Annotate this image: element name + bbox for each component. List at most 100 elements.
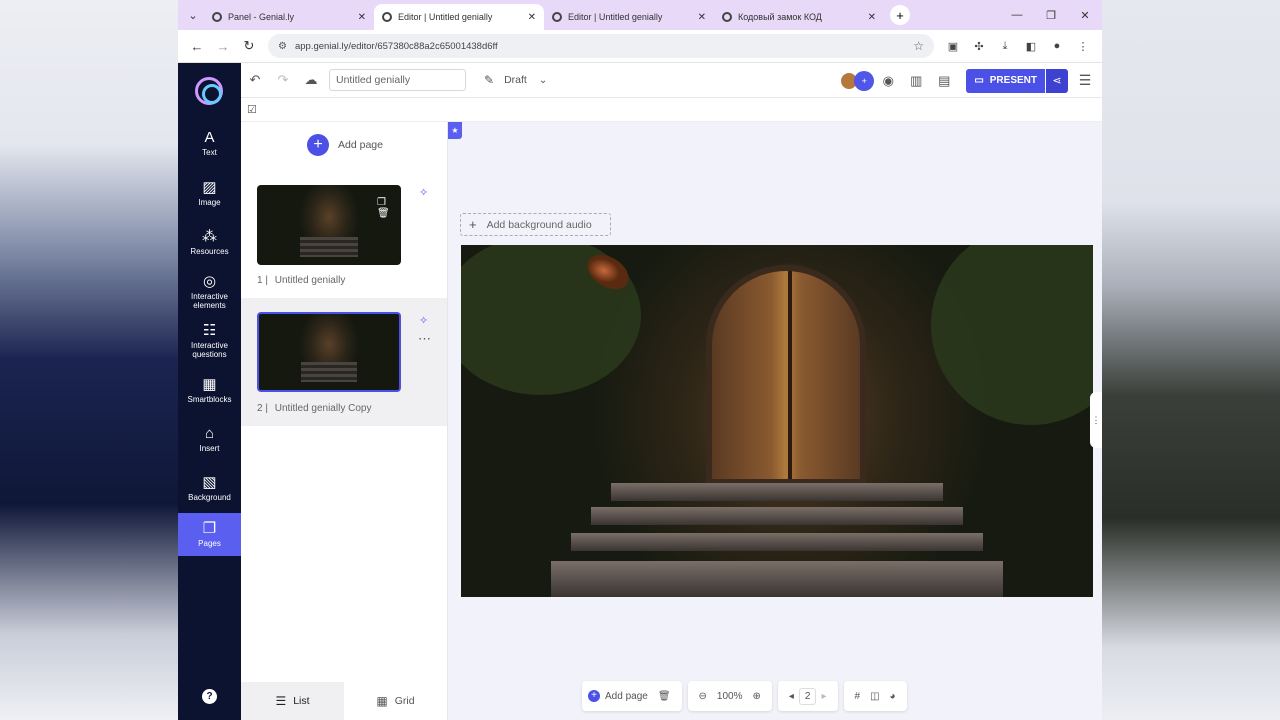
tab-title: Кодовый замок КОД [738, 12, 822, 22]
profile-avatar-icon[interactable]: ● [1044, 40, 1070, 52]
slide-canvas-image[interactable] [461, 245, 1093, 597]
sidebar-item-label: Resources [190, 247, 229, 256]
page-thumbnail-2[interactable] [257, 312, 401, 392]
tab-search-icon[interactable]: ⌄ [182, 4, 204, 26]
close-tab-icon[interactable]: ✕ [358, 12, 366, 23]
preview-eye-icon[interactable]: ◉ [874, 73, 902, 89]
previous-page-icon[interactable]: ◂ [784, 691, 799, 702]
grid-guides-icon[interactable]: # [850, 691, 866, 702]
help-icon[interactable]: ? [202, 689, 217, 704]
page-number-field[interactable]: 2 [798, 687, 817, 705]
tab-label: List [293, 695, 310, 707]
draft-status-dropdown[interactable]: ✎ Draft ⌄ [484, 73, 547, 87]
browser-tab-active[interactable]: Editor | Untitled genially ✕ [374, 4, 544, 30]
side-panel-icon[interactable]: ◧ [1018, 40, 1044, 53]
bookmark-star-icon[interactable]: ☆ [913, 39, 924, 53]
canvas-area: ★ + Add background audio ⋮ + Add page 🗑 … [448, 122, 1102, 720]
sidebar-item-label: Insert [199, 444, 220, 453]
zoom-out-icon[interactable]: ⊖ [694, 691, 712, 702]
editor-subbar: ☑ [241, 98, 1102, 122]
close-window-icon[interactable]: ✕ [1068, 0, 1102, 30]
background-icon: ▧ [202, 474, 217, 491]
next-page-icon[interactable]: ▸ [816, 691, 831, 702]
zoom-in-icon[interactable]: ⊕ [748, 691, 766, 702]
genially-logo[interactable] [195, 77, 223, 105]
sidebar-item-label: Image [198, 198, 221, 207]
url-text: app.genial.ly/editor/657380c88a2c6500143… [294, 40, 498, 52]
page-label-1: 1 | Untitled genially [257, 275, 345, 286]
browser-tab-bar: ⌄ Panel - Genial.ly ✕ Editor | Untitled … [178, 0, 1102, 30]
browser-tab[interactable]: Panel - Genial.ly ✕ [204, 4, 374, 30]
close-tab-icon[interactable]: ✕ [528, 12, 536, 23]
sidebar-item-background[interactable]: ▧ Background [178, 475, 241, 502]
chevron-down-icon: ⌄ [538, 74, 548, 86]
browser-tab[interactable]: Editor | Untitled genially ✕ [544, 4, 714, 30]
site-info-icon[interactable]: ⚙ [278, 41, 287, 52]
browser-tab[interactable]: Кодовый замок КОД ✕ [714, 4, 884, 30]
color-palette-icon[interactable]: ◕ [885, 691, 901, 702]
page-actions-group: + Add page 🗑 [582, 681, 682, 711]
split-view-icon[interactable]: ◫ [865, 691, 884, 702]
blurred-right-background [1102, 0, 1280, 720]
forward-arrow-icon[interactable]: → [210, 39, 236, 54]
smartblocks-icon: ▦ [202, 376, 217, 393]
stone-step [571, 533, 983, 551]
page-number: 2 | [257, 403, 268, 414]
sidebar-item-text[interactable]: A Text [178, 130, 241, 157]
extensions-puzzle-icon[interactable]: ✣ [966, 40, 992, 53]
sidebar-item-pages[interactable]: ❐ Pages [178, 513, 241, 556]
close-tab-icon[interactable]: ✕ [698, 12, 706, 23]
page-thumbnail-1[interactable]: ❐ 🗑 ☝ [257, 185, 401, 265]
sidebar-item-insert[interactable]: ⌂ Insert [178, 426, 241, 453]
browser-address-bar: ← → ↻ ⚙ app.genial.ly/editor/657380c88a2… [178, 30, 1102, 63]
duplicate-delete-icons[interactable]: ❐ 🗑 [377, 197, 401, 219]
sidebar-item-interactive-elements[interactable]: ◎ Interactive elements [178, 274, 241, 310]
sidebar-item-interactive-questions[interactable]: ☷ Interactive questions [178, 323, 241, 359]
reload-icon[interactable]: ↻ [236, 38, 262, 54]
image-icon: ▨ [202, 179, 217, 196]
minimize-icon[interactable]: — [1000, 0, 1034, 30]
analytics-icon[interactable]: ▥ [902, 73, 930, 89]
sidebar-item-image[interactable]: ▨ Image [178, 180, 241, 207]
new-tab-button[interactable]: + [890, 5, 910, 25]
add-background-audio-button[interactable]: + Add background audio [460, 213, 611, 236]
more-options-icon[interactable]: ⋯ [418, 331, 431, 347]
hamburger-menu-icon[interactable]: ☰ [1068, 72, 1102, 89]
browser-menu-icon[interactable]: ⋮ [1070, 40, 1096, 53]
sidebar-item-label: Interactive questions [191, 341, 228, 359]
back-arrow-icon[interactable]: ← [184, 39, 210, 54]
redo-icon[interactable]: ↷ [269, 72, 297, 88]
genially-title-input[interactable]: Untitled genially [329, 69, 466, 91]
text-icon: A [204, 129, 215, 146]
pin-icon[interactable]: ★ [448, 122, 462, 139]
page-name: Untitled genially [274, 275, 346, 286]
tab-grid[interactable]: ▦ Grid [344, 682, 447, 720]
trash-icon[interactable]: 🗑 [653, 691, 676, 702]
undo-icon[interactable]: ↶ [241, 72, 269, 88]
genially-editor: A Text ▨ Image ⁂ Resources ◎ Interactive… [178, 63, 1102, 720]
present-label: PRESENT [989, 75, 1037, 86]
insert-icon: ⌂ [204, 425, 215, 442]
calendar-check-icon[interactable]: ☑ [247, 103, 257, 116]
add-page-button[interactable]: + Add page [307, 134, 383, 156]
plus-icon: + [469, 217, 477, 232]
download-icon[interactable]: ⤓ [992, 40, 1018, 53]
sidebar-item-resources[interactable]: ⁂ Resources [178, 229, 241, 256]
tab-list[interactable]: ☰ List [241, 682, 344, 720]
sidebar-item-smartblocks[interactable]: ▦ Smartblocks [178, 377, 241, 404]
present-button[interactable]: ▭ PRESENT [966, 68, 1045, 93]
window-controls: — ❐ ✕ [1000, 0, 1102, 30]
extension-icon[interactable]: ▣ [940, 40, 966, 53]
user-settings-icon[interactable]: ▤ [930, 73, 958, 89]
bottom-add-page-button[interactable]: Add page [605, 691, 653, 702]
close-tab-icon[interactable]: ✕ [868, 12, 876, 23]
magic-wand-icon[interactable]: ✧ [419, 314, 428, 327]
side-panel-handle[interactable]: ⋮ [1090, 392, 1102, 448]
url-field[interactable]: ⚙ app.genial.ly/editor/657380c88a2c65001… [268, 34, 934, 58]
ivy-foliage [931, 245, 1093, 425]
add-background-audio-label: Add background audio [486, 218, 592, 231]
magic-wand-icon[interactable]: ✧ [419, 186, 428, 199]
share-button[interactable]: ⋖ [1046, 68, 1068, 93]
add-collaborator-icon[interactable]: + [854, 70, 875, 91]
restore-icon[interactable]: ❐ [1034, 0, 1068, 30]
